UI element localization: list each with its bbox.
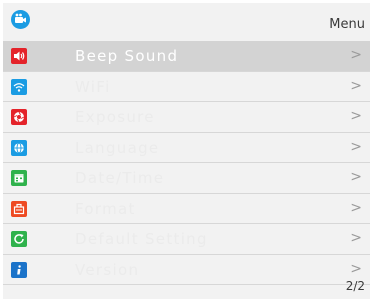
calendar-icon [11, 170, 27, 186]
chevron-right-icon: > [350, 47, 362, 63]
camera-icon [11, 10, 30, 29]
menu-screen: Menu Beep Sound > WiFi > Exposure > Lang… [3, 3, 370, 299]
page-indicator: 2/2 [345, 279, 365, 293]
menu-list: Beep Sound > WiFi > Exposure > Language … [3, 41, 370, 285]
menu-item-wifi[interactable]: WiFi > [3, 72, 370, 102]
header: Menu [3, 3, 370, 41]
wifi-icon [11, 78, 27, 95]
chevron-right-icon: > [350, 199, 362, 216]
menu-item-language[interactable]: Language > [3, 133, 370, 163]
menu-item-label: Date/Time [75, 169, 165, 187]
menu-item-default-setting[interactable]: Default Setting > [3, 224, 370, 255]
chevron-right-icon: > [350, 230, 362, 246]
reset-icon [11, 231, 27, 247]
menu-item-exposure[interactable]: Exposure > [3, 102, 370, 133]
chevron-right-icon: > [350, 77, 362, 94]
menu-item-label: WiFi [75, 77, 111, 96]
menu-item-format[interactable]: Format > [3, 194, 370, 224]
chevron-right-icon: > [350, 138, 362, 155]
menu-item-label: Exposure [75, 108, 155, 126]
menu-item-label: Format [75, 199, 136, 218]
menu-item-date-time[interactable]: Date/Time > [3, 163, 370, 194]
menu-item-label: Language [75, 138, 160, 157]
chevron-right-icon: > [350, 260, 362, 277]
menu-item-label: Beep Sound [75, 47, 179, 65]
chevron-right-icon: > [350, 108, 362, 124]
info-icon [11, 261, 27, 278]
format-icon [11, 200, 27, 217]
page-title: Menu [329, 17, 365, 32]
menu-item-version[interactable]: Version > [3, 255, 370, 285]
aperture-icon [11, 109, 27, 125]
chevron-right-icon: > [350, 169, 362, 185]
speaker-icon [11, 48, 27, 64]
menu-item-beep-sound[interactable]: Beep Sound > [3, 41, 370, 72]
menu-item-label: Default Setting [75, 230, 208, 248]
globe-icon [11, 139, 27, 156]
menu-item-label: Version [75, 260, 140, 279]
